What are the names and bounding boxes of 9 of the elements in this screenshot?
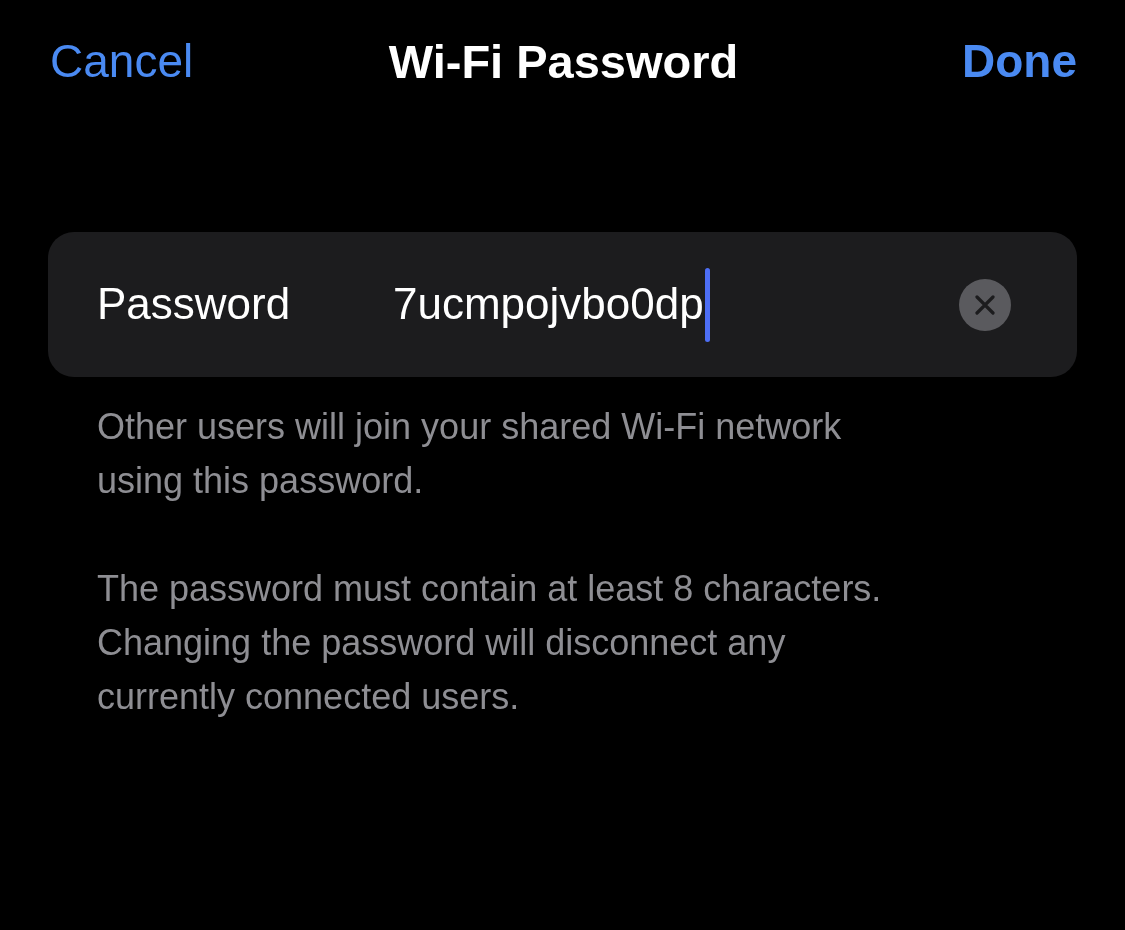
- nav-title: Wi-Fi Password: [388, 33, 739, 90]
- close-icon: [975, 294, 995, 315]
- field-label: Password: [97, 278, 292, 331]
- done-button[interactable]: Done: [962, 34, 1077, 90]
- clear-button[interactable]: [959, 278, 1011, 331]
- footer-note: The password must contain at least 8 characters. Changing the password will disconnect any currently connected users.: [97, 567, 883, 719]
- footer-note: Other users will join your shared Wi-Fi network using this password.: [97, 405, 843, 503]
- cancel-button[interactable]: Cancel: [50, 34, 194, 90]
- password-field[interactable]: 7ucmpojvbo0dp: [393, 267, 959, 342]
